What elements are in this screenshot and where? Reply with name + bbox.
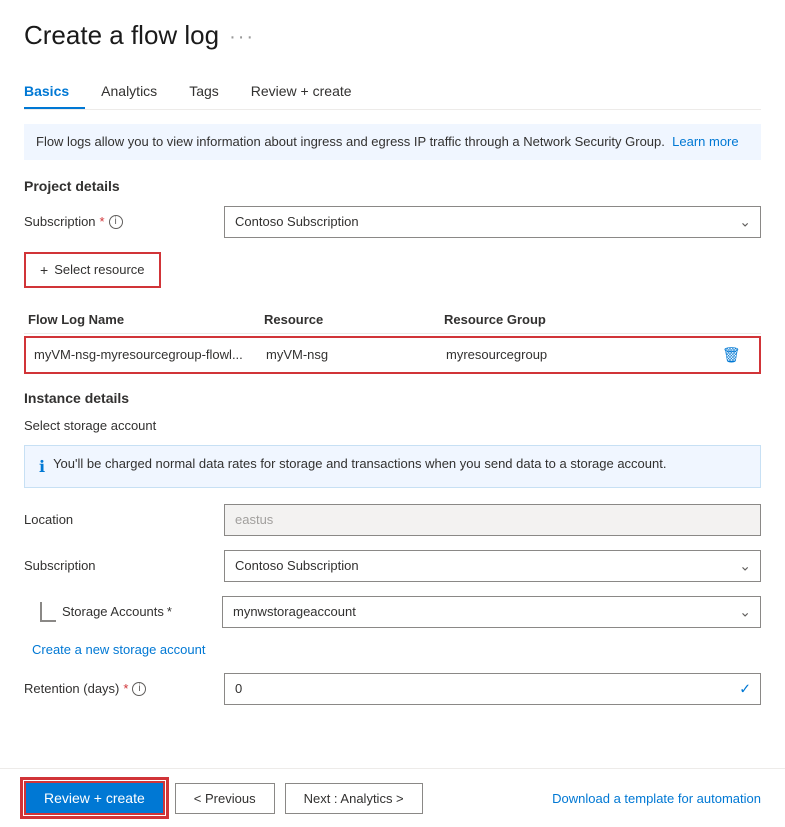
tab-review-create[interactable]: Review + create <box>251 75 368 109</box>
retention-label: Retention (days) * i <box>24 681 224 696</box>
retention-required-marker: * <box>123 681 128 696</box>
create-storage-link[interactable]: Create a new storage account <box>32 642 205 657</box>
review-create-button[interactable]: Review + create <box>24 781 165 815</box>
location-input <box>224 504 761 536</box>
subscription2-control: Contoso Subscription <box>224 550 761 582</box>
instance-details-section: Instance details Select storage account … <box>24 390 761 705</box>
indent-mark <box>40 602 56 622</box>
project-details-title: Project details <box>24 178 761 194</box>
retention-info-icon[interactable]: i <box>132 682 146 696</box>
storage-required-marker: * <box>167 604 172 619</box>
tab-analytics[interactable]: Analytics <box>101 75 173 109</box>
select-storage-label: Select storage account <box>24 418 761 433</box>
subscription2-label: Subscription <box>24 558 224 573</box>
subscription-dropdown-wrapper: Contoso Subscription <box>224 206 761 238</box>
info-bar-text: Flow logs allow you to view information … <box>36 134 665 149</box>
previous-button[interactable]: < Previous <box>175 783 275 814</box>
next-button[interactable]: Next : Analytics > <box>285 783 423 814</box>
storage-accounts-control: mynwstorageaccount <box>222 596 761 628</box>
retention-check-icon: ✓ <box>739 680 751 697</box>
page-title-dots: ··· <box>229 26 255 49</box>
tab-tags[interactable]: Tags <box>189 75 235 109</box>
info-notice: ℹ You'll be charged normal data rates fo… <box>24 445 761 488</box>
flow-log-name-cell: myVM-nsg-myresourcegroup-flowl... <box>26 339 266 370</box>
tab-basics[interactable]: Basics <box>24 75 85 109</box>
instance-details-title: Instance details <box>24 390 761 406</box>
subscription2-dropdown-wrapper: Contoso Subscription <box>224 550 761 582</box>
required-marker: * <box>100 214 105 229</box>
create-storage-link-row: Create a new storage account <box>32 642 761 657</box>
info-notice-text: You'll be charged normal data rates for … <box>53 456 666 471</box>
retention-input[interactable] <box>224 673 761 705</box>
footer-bar: Review + create < Previous Next : Analyt… <box>0 768 785 827</box>
select-resource-button[interactable]: + Select resource <box>24 252 161 288</box>
subscription-row: Subscription * i Contoso Subscription <box>24 206 761 238</box>
page-title: Create a flow log <box>24 20 219 51</box>
subscription-dropdown[interactable]: Contoso Subscription <box>224 206 761 238</box>
col-header-resource-group: Resource Group <box>444 306 761 333</box>
resource-group-value: myresourcegroup <box>446 347 547 362</box>
info-notice-icon: ℹ <box>39 457 45 477</box>
info-bar: Flow logs allow you to view information … <box>24 124 761 160</box>
storage-dropdown-wrapper: mynwstorageaccount <box>222 596 761 628</box>
col-header-flow-log-name: Flow Log Name <box>24 306 264 333</box>
resource-group-cell: myresourcegroup 🗑 <box>446 338 759 372</box>
resource-table-headers: Flow Log Name Resource Resource Group <box>24 306 761 334</box>
storage-dropdown[interactable]: mynwstorageaccount <box>222 596 761 628</box>
subscription-control: Contoso Subscription <box>224 206 761 238</box>
location-label: Location <box>24 512 224 527</box>
tabs-row: Basics Analytics Tags Review + create <box>24 75 761 110</box>
subscription-info-icon[interactable]: i <box>109 215 123 229</box>
subscription2-row: Subscription Contoso Subscription <box>24 550 761 582</box>
retention-control: ✓ <box>224 673 761 705</box>
resource-cell: myVM-nsg <box>266 339 446 370</box>
storage-accounts-row: Storage Accounts * mynwstorageaccount <box>24 596 761 628</box>
retention-row: Retention (days) * i ✓ <box>24 673 761 705</box>
storage-accounts-label: Storage Accounts * <box>62 604 222 619</box>
download-template-link[interactable]: Download a template for automation <box>552 791 761 806</box>
plus-icon: + <box>40 262 48 278</box>
subscription2-dropdown[interactable]: Contoso Subscription <box>224 550 761 582</box>
location-control <box>224 504 761 536</box>
selected-resource-row: myVM-nsg-myresourcegroup-flowl... myVM-n… <box>24 336 761 374</box>
delete-row-icon[interactable]: 🗑 <box>722 346 741 364</box>
location-row: Location <box>24 504 761 536</box>
subscription-label: Subscription * i <box>24 214 224 229</box>
select-resource-label: Select resource <box>54 262 144 277</box>
learn-more-link[interactable]: Learn more <box>672 134 738 149</box>
col-header-resource: Resource <box>264 306 444 333</box>
